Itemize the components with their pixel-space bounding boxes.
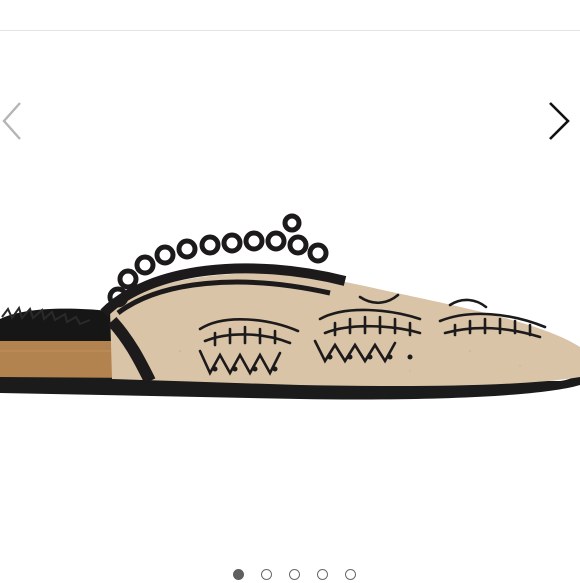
- chevron-left-icon: [2, 102, 21, 140]
- slide-dot[interactable]: [288, 568, 300, 580]
- product-photo: [0, 213, 580, 400]
- slide-dot[interactable]: [232, 568, 244, 580]
- next-slide-button[interactable]: [540, 91, 580, 151]
- top-bar: [0, 0, 580, 31]
- slide-indicators: [0, 565, 580, 583]
- image-carousel: [0, 31, 580, 580]
- slide-dot[interactable]: [344, 568, 356, 580]
- slide-dot[interactable]: [316, 568, 328, 580]
- slide-dot[interactable]: [260, 568, 272, 580]
- previous-slide-button[interactable]: [0, 91, 34, 151]
- chevron-right-icon: [549, 102, 570, 140]
